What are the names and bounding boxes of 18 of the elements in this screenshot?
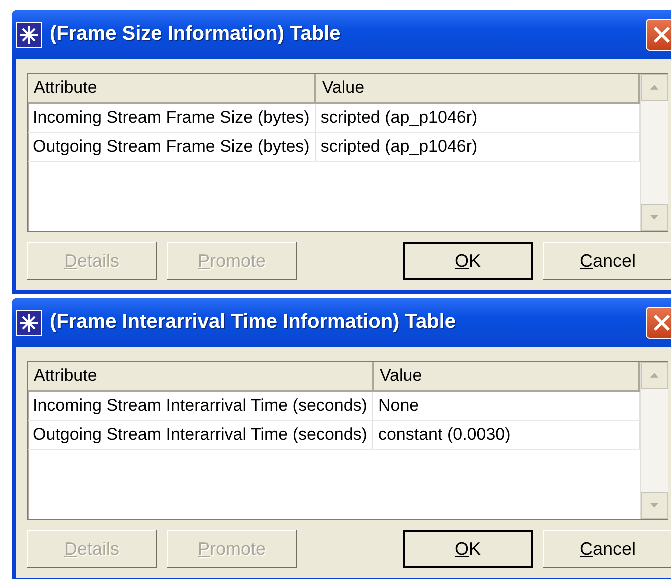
dialog-button[interactable]: OK [403, 242, 533, 280]
window-title: (Frame Size Information) Table [50, 23, 342, 46]
column-header[interactable]: Value [372, 362, 639, 391]
table-cell: Outgoing Stream Interarrival Time (seconds) [28, 420, 373, 450]
window-title: (Frame Interarrival Time Information) Table [50, 311, 458, 334]
table-cell: None [372, 391, 639, 420]
table-cell: scripted (ap_p1046r) [315, 132, 639, 162]
table-cell: scripted (ap_p1046r) [315, 103, 639, 132]
table-cell: Incoming Stream Frame Size (bytes) [28, 103, 316, 132]
table-cell: Incoming Stream Interarrival Time (seconds) [28, 391, 373, 420]
dialog-button[interactable]: Cancel [543, 242, 671, 280]
table-cell: constant (0.0030) [372, 420, 639, 450]
column-header[interactable]: Value [315, 74, 639, 103]
dialog-button[interactable]: Cancel [543, 530, 671, 568]
column-header[interactable]: Attribute [28, 74, 316, 103]
table-cell: Outgoing Stream Frame Size (bytes) [28, 132, 316, 162]
dialog-button[interactable]: OK [403, 530, 533, 568]
column-header[interactable]: Attribute [28, 362, 373, 391]
